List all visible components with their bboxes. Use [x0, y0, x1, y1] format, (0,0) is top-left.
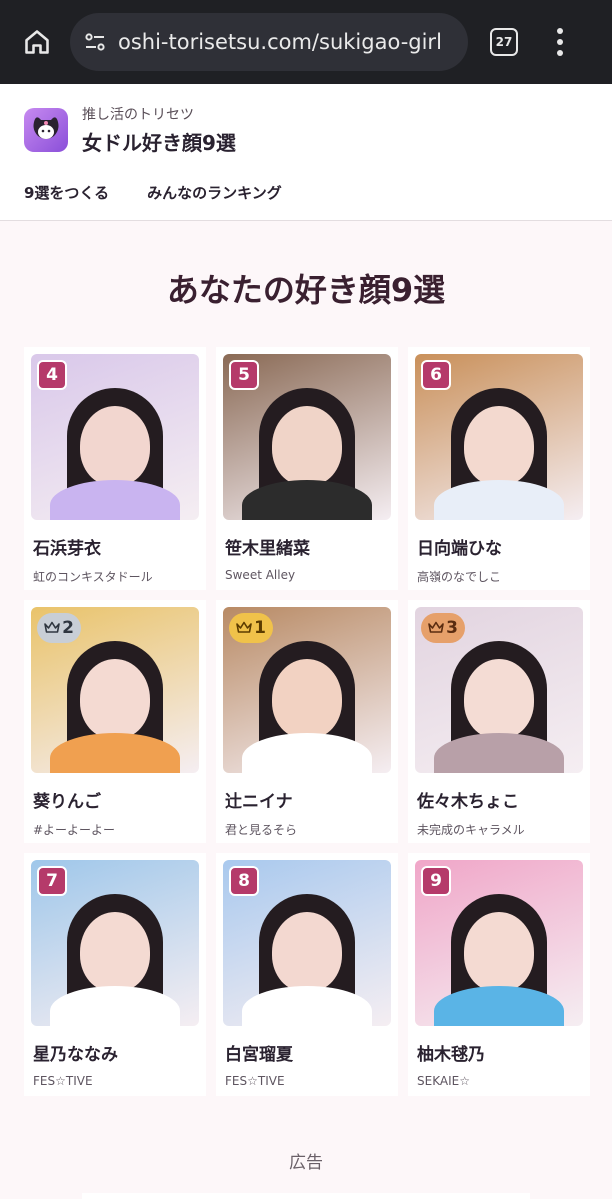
rank-number: 6: [430, 365, 442, 385]
idol-card[interactable]: 3 佐々木ちょこ未完成のキャラメル: [408, 600, 590, 843]
idol-name: 星乃ななみ: [33, 1045, 118, 1065]
rank-number: 8: [238, 871, 250, 891]
idol-photo: 5: [223, 354, 391, 520]
idol-name: 笹木里緒菜: [225, 539, 310, 559]
rank-badge: 2: [37, 613, 81, 643]
idol-photo: 2: [31, 607, 199, 773]
crown-icon: [428, 618, 444, 638]
idol-name: 石浜芽衣: [33, 539, 101, 559]
rank-badge: 1: [229, 613, 273, 643]
idol-group: 虹のコンキスタドール: [33, 570, 153, 584]
portrait-face: [464, 659, 534, 739]
portrait-face: [272, 912, 342, 992]
crown-icon: [236, 618, 252, 638]
nav-ranking-link[interactable]: みんなのランキング: [147, 182, 282, 203]
idol-group: 君と見るそら: [225, 823, 298, 837]
rank-badge: 5: [229, 360, 259, 390]
rank-number: 3: [446, 618, 458, 638]
idol-photo: 3: [415, 607, 583, 773]
brand-subtitle: 推し活のトリセツ: [82, 107, 194, 123]
idol-card[interactable]: 9 柚木毬乃 SEKAIE☆: [408, 853, 590, 1096]
idol-card[interactable]: 2 葵りんご #よーよーよー: [24, 600, 206, 843]
site-header: 推し活のトリセツ 女ドル好き顔9選 9選をつくる みんなのランキング: [0, 84, 612, 221]
rank-badge: 3: [421, 613, 465, 643]
idol-photo: 8: [223, 860, 391, 1026]
portrait-face: [80, 406, 150, 486]
brand-title: 女ドル好き顔9選: [82, 131, 236, 155]
tab-count: 27: [495, 35, 513, 49]
main-content: あなたの好き顔9選 4 石浜芽衣虹のコンキスタドール 5 笹木里緒菜 Sweet All…: [0, 265, 612, 1199]
rank-badge: 6: [421, 360, 451, 390]
idol-photo: 4: [31, 354, 199, 520]
idol-name: 葵りんご: [33, 792, 101, 812]
rank-number: 7: [46, 871, 58, 891]
portrait-face: [272, 406, 342, 486]
portrait-face: [464, 406, 534, 486]
rank-badge: 4: [37, 360, 67, 390]
idol-name: 柚木毬乃: [417, 1045, 485, 1065]
browser-toolbar: oshi-torisetsu.com/sukigao-girl 27: [0, 0, 612, 84]
idol-photo: 6: [415, 354, 583, 520]
idol-group: FES☆TIVE: [33, 1074, 93, 1088]
idol-grid: 4 石浜芽衣虹のコンキスタドール 5 笹木里緒菜 Sweet Alley 6 日向端ひな高嶺…: [0, 347, 612, 1096]
page-title: あなたの好き顔9選: [166, 271, 446, 309]
idol-group: SEKAIE☆: [417, 1074, 470, 1088]
portrait-face: [80, 912, 150, 992]
idol-card[interactable]: 7 星乃ななみ FES☆TIVE: [24, 853, 206, 1096]
rank-number: 2: [62, 618, 74, 638]
idol-name: 日向端ひな: [417, 539, 502, 559]
nav-create-link[interactable]: 9選をつくる: [24, 182, 109, 203]
idol-photo: 1: [223, 607, 391, 773]
idol-group: FES☆TIVE: [225, 1074, 285, 1088]
app-logo-icon: [24, 108, 68, 152]
rank-badge: 9: [421, 866, 451, 896]
idol-photo: 9: [415, 860, 583, 1026]
idol-card[interactable]: 1 辻ニイナ君と見るそら: [216, 600, 398, 843]
portrait-face: [464, 912, 534, 992]
idol-card[interactable]: 6 日向端ひな高嶺のなでしこ: [408, 347, 590, 590]
home-icon[interactable]: [20, 25, 54, 59]
site-nav: 9選をつくる みんなのランキング: [0, 156, 612, 203]
ad-label: 広告: [289, 1153, 323, 1173]
idol-name: 辻ニイナ: [225, 792, 293, 812]
rank-number: 9: [430, 871, 442, 891]
idol-name: 佐々木ちょこ: [417, 792, 519, 812]
rank-number: 5: [238, 365, 250, 385]
crown-icon: [44, 618, 60, 638]
idol-card[interactable]: 8 白宮瑠夏 FES☆TIVE: [216, 853, 398, 1096]
idol-card[interactable]: 5 笹木里緒菜 Sweet Alley: [216, 347, 398, 590]
idol-group: 高嶺のなでしこ: [417, 570, 502, 584]
more-vert-icon[interactable]: [556, 28, 564, 56]
idol-name: 白宮瑠夏: [225, 1045, 293, 1065]
idol-group: Sweet Alley: [225, 568, 296, 582]
idol-group: #よーよーよー: [33, 823, 116, 837]
brand[interactable]: 推し活のトリセツ 女ドル好き顔9選: [0, 84, 612, 156]
portrait-face: [80, 659, 150, 739]
tune-icon[interactable]: [82, 29, 108, 55]
address-bar[interactable]: oshi-torisetsu.com/sukigao-girl: [70, 13, 468, 71]
ad-slot[interactable]: [82, 1193, 530, 1199]
rank-badge: 7: [37, 866, 67, 896]
idol-group: 未完成のキャラメル: [417, 823, 525, 837]
portrait-face: [272, 659, 342, 739]
rank-number: 1: [254, 618, 266, 638]
tabs-icon[interactable]: 27: [490, 28, 518, 56]
url-text: oshi-torisetsu.com/sukigao-girl: [118, 30, 442, 54]
idol-card[interactable]: 4 石浜芽衣虹のコンキスタドール: [24, 347, 206, 590]
rank-number: 4: [46, 365, 58, 385]
rank-badge: 8: [229, 866, 259, 896]
idol-photo: 7: [31, 860, 199, 1026]
